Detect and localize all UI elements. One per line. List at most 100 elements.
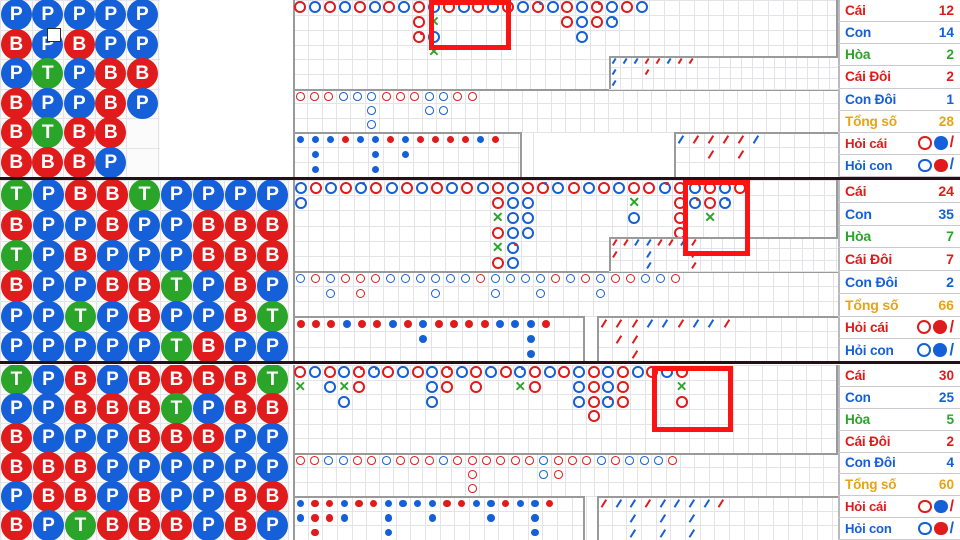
gridline-v — [308, 271, 309, 316]
gridline-v — [766, 89, 767, 132]
bead-cell: B — [65, 480, 96, 512]
big-road-mark — [340, 181, 353, 194]
big-road-mark — [628, 181, 641, 194]
stat-row-banker_pair: Cái Đôi 2 — [838, 66, 960, 89]
stat-label-banker_pair: Cái Đôi — [845, 69, 891, 85]
gridline-v — [741, 56, 742, 89]
stat-value-banker_pair: 2 — [946, 69, 954, 85]
gridline-v — [637, 453, 638, 496]
big-road-mark — [397, 366, 409, 379]
gridline-v — [350, 89, 352, 132]
gridline-v — [668, 271, 669, 316]
prediction-slash-icon: / — [949, 519, 954, 537]
gridline-v — [698, 271, 699, 316]
stats-panel-3: Cái 30 Con 25 Hòa 5 Cái Đôi 2 Con Đôi 4 Tổng số 60 H… — [838, 365, 960, 540]
stat-label-ask_player: Hỏi con — [845, 521, 892, 537]
gridline-v — [400, 316, 402, 362]
gridline-v — [364, 453, 366, 496]
bead-cell: B — [33, 480, 64, 512]
gridline-v — [473, 271, 474, 316]
big-road-mark — [522, 181, 535, 194]
small-road-mark — [487, 514, 495, 522]
gridline-v — [794, 89, 796, 132]
stat-value-player_pair: 2 — [946, 273, 954, 290]
stat-label-player: Con — [845, 25, 872, 41]
gridline-v — [383, 271, 384, 316]
tie-mark: ✕ — [514, 379, 526, 395]
gridline-v — [729, 496, 730, 540]
bead-cell: B — [33, 451, 64, 483]
gridline-v — [737, 89, 739, 132]
gridline-h — [293, 481, 838, 483]
gridline-v — [643, 316, 644, 362]
road-left-border — [674, 132, 676, 177]
big-road-mark — [353, 381, 365, 393]
bead-cell: T — [257, 365, 288, 395]
small-road-mark — [465, 319, 474, 328]
gridline-h — [293, 162, 522, 163]
gridline-v — [578, 271, 579, 316]
prediction-icons-ask_player: / — [918, 156, 954, 174]
gridline-v — [779, 237, 780, 271]
big-road-mark — [506, 211, 519, 224]
road-top-border — [293, 316, 585, 318]
big-eye-mark — [625, 455, 635, 465]
stat-label-tie: Hòa — [845, 47, 871, 63]
gridline-v — [774, 56, 775, 89]
bead-cell: B — [64, 180, 97, 212]
big-road-mark — [617, 381, 629, 393]
gridline-v — [699, 496, 701, 540]
gridline-v — [542, 496, 544, 540]
bead-cell: P — [160, 239, 193, 272]
bead-cell: B — [192, 330, 225, 362]
bead-cell: P — [225, 451, 256, 483]
gridline-v — [723, 453, 724, 496]
big-road-mark — [522, 211, 535, 224]
gridline-v — [631, 237, 633, 271]
bead-cell: P — [97, 422, 128, 454]
panel-divider-2 — [0, 361, 960, 364]
gridline-h — [293, 195, 838, 197]
big-eye-mark — [410, 91, 420, 101]
bead-cell: P — [192, 270, 225, 303]
gridline-h — [293, 286, 838, 287]
gridline-h — [674, 162, 838, 163]
bead-cell: B — [95, 117, 127, 149]
gridline-v — [796, 316, 798, 362]
gridline-v — [719, 316, 721, 362]
stat-value-tie: 2 — [946, 47, 954, 63]
prediction-ring-icon — [918, 521, 933, 536]
gridline-v — [522, 89, 524, 132]
gridline-v — [728, 271, 729, 316]
gridline-v — [638, 271, 639, 316]
big-road-mark — [411, 366, 424, 379]
stat-row-total: Tổng số 66 — [838, 294, 960, 317]
gridline-v — [751, 453, 753, 496]
big-road-mark — [470, 381, 483, 393]
big-road-mark — [367, 366, 380, 379]
big-eye-mark — [396, 455, 405, 465]
big-road-mark — [602, 381, 615, 393]
small-road-mark — [311, 499, 319, 508]
gridline-v — [773, 496, 774, 540]
road-left-border — [293, 453, 295, 496]
big-eye-mark — [639, 455, 649, 465]
road-left-border — [293, 132, 295, 177]
bead-cell: P — [64, 270, 97, 303]
small-road-mark — [480, 319, 489, 328]
gridline-v — [307, 453, 309, 496]
gridline-v — [623, 271, 624, 316]
gridline-v — [704, 132, 705, 177]
stat-row-ask_banker: Hỏi cái / — [838, 133, 960, 155]
gridline-v — [670, 496, 672, 540]
pair-dot — [612, 17, 616, 21]
gridline-h — [293, 210, 838, 212]
stat-label-total: Tổng số — [845, 477, 897, 493]
road-left-border — [293, 496, 295, 540]
road-left-border — [293, 0, 295, 89]
gridline-v — [473, 132, 474, 177]
gridline-v — [743, 271, 744, 316]
big-eye-mark — [424, 106, 434, 115]
gridline-v — [683, 271, 684, 316]
bead-cell: P — [32, 239, 65, 272]
